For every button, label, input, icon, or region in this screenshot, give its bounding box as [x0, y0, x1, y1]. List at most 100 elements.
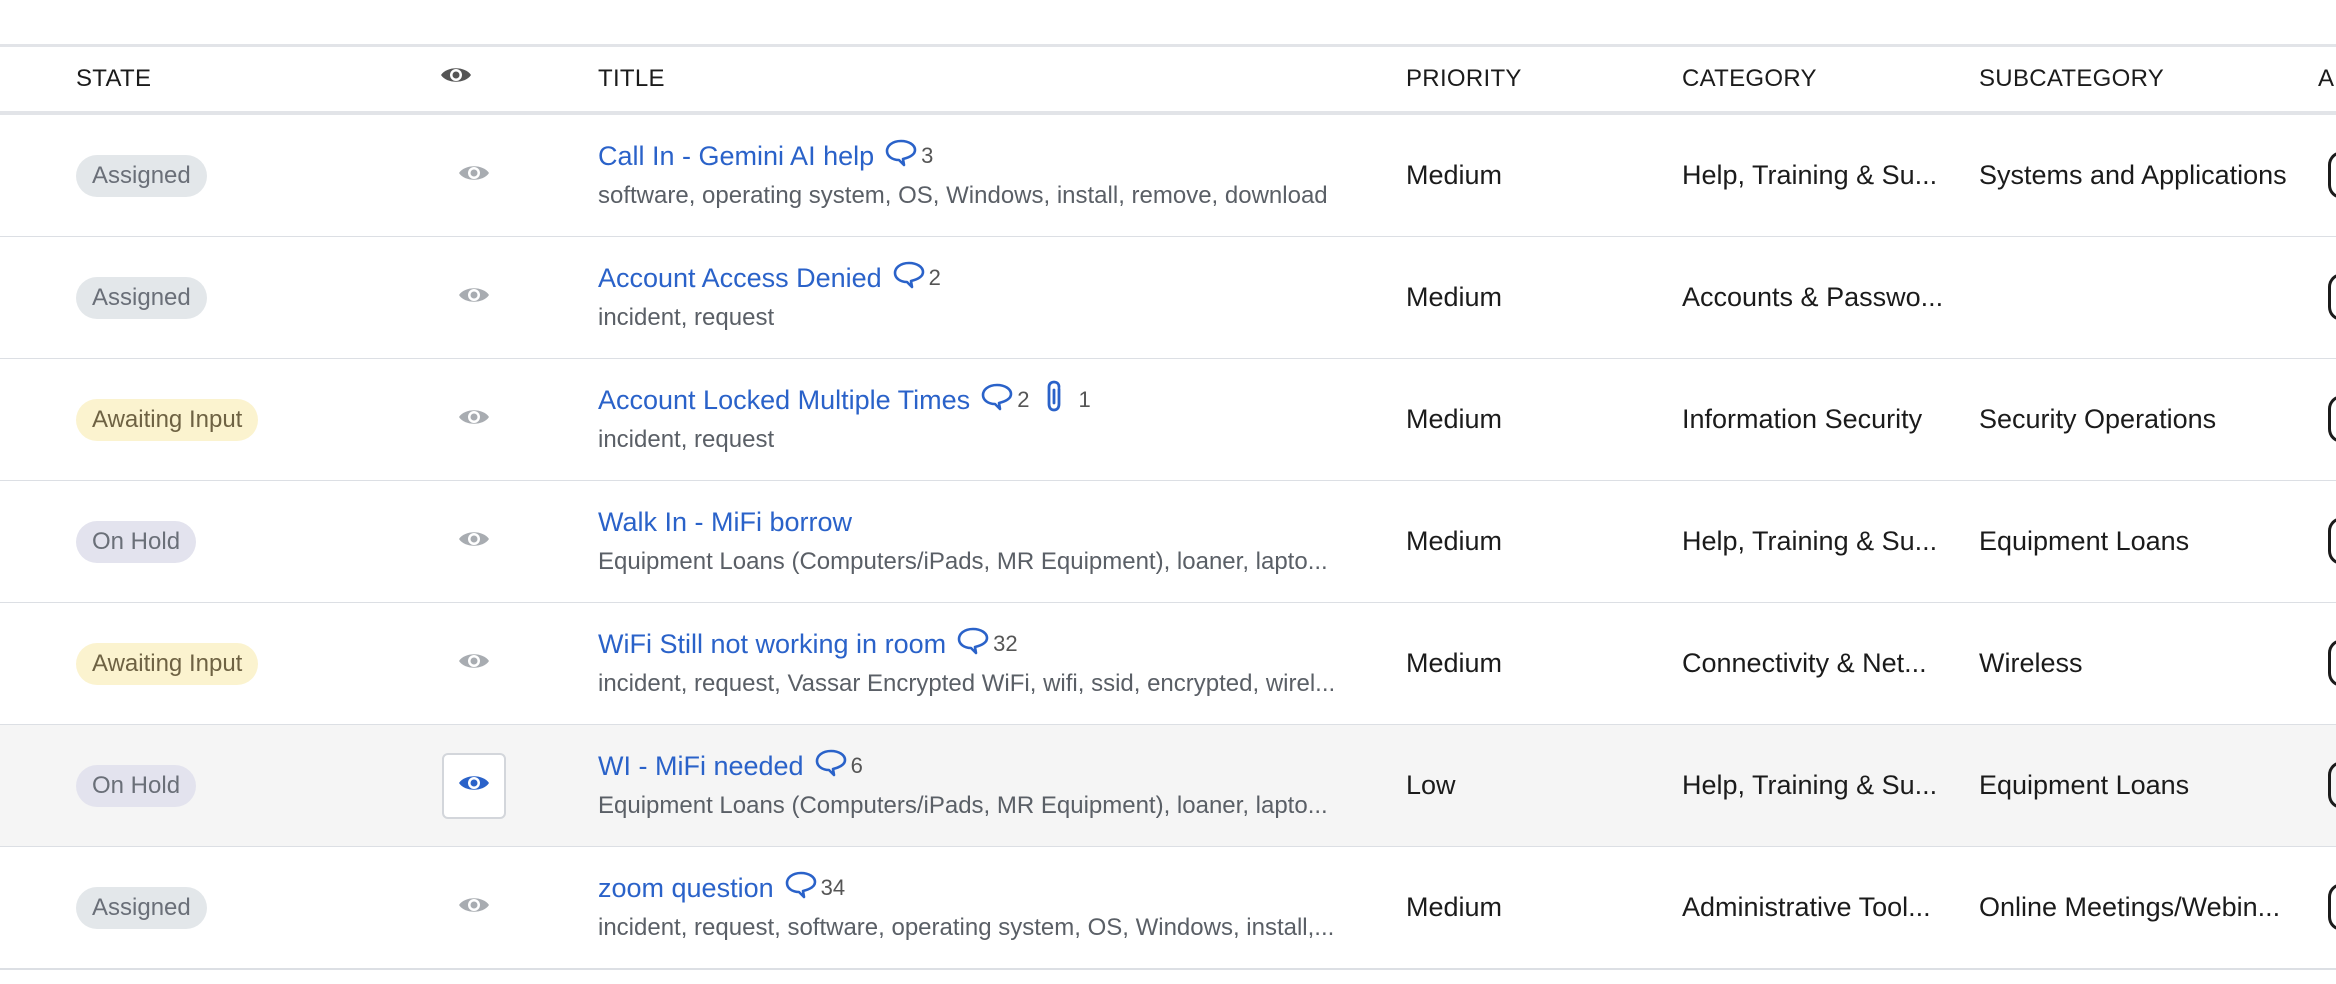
- watch-toggle-button[interactable]: [442, 752, 506, 819]
- column-header-next[interactable]: A: [2318, 47, 2334, 111]
- next-column-edge: [2328, 639, 2336, 687]
- state-cell: Assigned: [76, 115, 207, 236]
- watch-cell: [442, 847, 506, 968]
- comment-count[interactable]: 2: [980, 382, 1029, 418]
- state-cell: Awaiting Input: [76, 359, 259, 480]
- comment-bubble-icon: [814, 748, 851, 784]
- subcategory-cell: Systems and Applications: [1979, 160, 2287, 190]
- next-column-edge: [2328, 761, 2336, 809]
- ticket-tags: incident, request: [598, 426, 775, 453]
- subcategory-cell: Online Meetings/Webin...: [1979, 892, 2281, 922]
- column-header-watch[interactable]: [440, 47, 472, 111]
- comment-bubble-icon: [884, 138, 921, 174]
- column-header-category[interactable]: CATEGORY: [1682, 47, 1817, 111]
- table-row[interactable]: Assigned Call In - Gemini AI help 3 softwar…: [0, 115, 2336, 238]
- status-badge: Awaiting Input: [76, 398, 259, 441]
- ticket-title-link[interactable]: zoom question: [598, 873, 774, 904]
- comment-count[interactable]: 2: [892, 260, 941, 296]
- priority-cell: Medium: [1406, 892, 1503, 922]
- state-cell: Assigned: [76, 237, 207, 358]
- ticket-tags: Equipment Loans (Computers/iPads, MR Equ…: [598, 548, 1328, 575]
- category-cell: Connectivity & Net...: [1682, 648, 1927, 678]
- title-cell: zoom question 34 incident, request, softwa…: [598, 847, 1368, 968]
- eye-icon[interactable]: [458, 528, 490, 555]
- status-badge: Assigned: [76, 886, 207, 929]
- title-cell: Account Access Denied 2 incident, request: [598, 237, 1368, 358]
- subcategory-cell: [1979, 237, 2309, 358]
- column-header-subcategory[interactable]: SUBCATEGORY: [1979, 47, 2164, 111]
- attachment-count[interactable]: 1: [1043, 380, 1091, 420]
- comment-count-value: 2: [1017, 387, 1030, 412]
- column-header-state[interactable]: STATE: [76, 47, 151, 111]
- ticket-tags: incident, request, software, operating s…: [598, 914, 1335, 941]
- subcategory-cell: Equipment Loans: [1979, 770, 2190, 800]
- eye-icon[interactable]: [458, 406, 490, 433]
- table-row[interactable]: On Hold Walk In - MiFi borrow Equipment Lo…: [0, 481, 2336, 604]
- comment-count[interactable]: 3: [884, 138, 933, 174]
- comment-bubble-icon: [892, 260, 929, 296]
- title-cell: Account Locked Multiple Times 2 1 incident,…: [598, 359, 1368, 480]
- subcategory-cell: Equipment Loans: [1979, 526, 2190, 556]
- priority-cell: Medium: [1406, 526, 1503, 556]
- category-cell: Administrative Tool...: [1682, 892, 1931, 922]
- column-header-title[interactable]: TITLE: [598, 47, 665, 111]
- priority-cell: Medium: [1406, 648, 1503, 678]
- comment-count[interactable]: 6: [814, 748, 863, 784]
- comment-count[interactable]: 32: [956, 626, 1018, 662]
- comment-bubble-icon: [956, 626, 993, 662]
- ticket-tags: incident, request, Vassar Encrypted WiFi…: [598, 670, 1336, 697]
- subcategory-cell: Wireless: [1979, 648, 2083, 678]
- status-badge: Assigned: [76, 276, 207, 319]
- eye-icon: [458, 772, 490, 799]
- state-cell: On Hold: [76, 725, 197, 846]
- table-header: STATE TITLE PRIORITY CATEGORY SUBCATEGOR…: [0, 47, 2336, 115]
- comment-bubble-icon: [980, 382, 1017, 418]
- title-cell: WiFi Still not working in room 32 incident…: [598, 603, 1368, 724]
- priority-cell: Medium: [1406, 282, 1503, 312]
- ticket-title-link[interactable]: Walk In - MiFi borrow: [598, 507, 852, 538]
- watch-cell: [442, 237, 506, 358]
- category-cell: Help, Training & Su...: [1682, 770, 1938, 800]
- watch-cell: [442, 115, 506, 236]
- status-badge: On Hold: [76, 520, 197, 563]
- title-cell: Walk In - MiFi borrow Equipment Loans (Co…: [598, 481, 1368, 602]
- comment-count[interactable]: 34: [784, 870, 845, 906]
- priority-cell: Medium: [1406, 160, 1503, 190]
- eye-icon: [440, 47, 472, 111]
- attachment-count-value: 1: [1078, 387, 1091, 412]
- state-cell: Awaiting Input: [76, 603, 259, 724]
- status-badge: Awaiting Input: [76, 642, 259, 685]
- subcategory-cell: Security Operations: [1979, 404, 2217, 434]
- eye-icon[interactable]: [458, 650, 490, 677]
- column-header-priority[interactable]: PRIORITY: [1406, 47, 1522, 111]
- title-cell: WI - MiFi needed 6 Equipment Loans (Comput…: [598, 725, 1368, 846]
- category-cell: Help, Training & Su...: [1682, 160, 1938, 190]
- state-cell: On Hold: [76, 481, 197, 602]
- watch-cell: [442, 603, 506, 724]
- ticket-title-link[interactable]: Account Access Denied: [598, 263, 882, 294]
- next-column-edge: [2328, 517, 2336, 565]
- eye-icon[interactable]: [458, 894, 490, 921]
- watch-cell: [442, 725, 506, 846]
- ticket-title-link[interactable]: Call In - Gemini AI help: [598, 141, 874, 172]
- category-cell: Help, Training & Su...: [1682, 526, 1938, 556]
- ticket-tags: incident, request: [598, 304, 775, 331]
- ticket-title-link[interactable]: WiFi Still not working in room: [598, 629, 946, 660]
- table-row[interactable]: Assigned zoom question 34 incident, request…: [0, 847, 2336, 970]
- table-row[interactable]: Assigned Account Access Denied 2 incident, …: [0, 237, 2336, 360]
- table-row[interactable]: Awaiting Input WiFi Still not working in …: [0, 603, 2336, 726]
- eye-icon[interactable]: [458, 162, 490, 189]
- state-cell: Assigned: [76, 847, 207, 968]
- watch-cell: [442, 359, 506, 480]
- comment-count-value: 32: [993, 631, 1018, 656]
- category-cell: Accounts & Passwo...: [1682, 282, 1944, 312]
- paperclip-icon: [1043, 380, 1070, 420]
- eye-icon[interactable]: [458, 284, 490, 311]
- ticket-title-link[interactable]: Account Locked Multiple Times: [598, 385, 970, 416]
- next-column-edge: [2328, 883, 2336, 931]
- ticket-tags: Equipment Loans (Computers/iPads, MR Equ…: [598, 792, 1328, 819]
- ticket-title-link[interactable]: WI - MiFi needed: [598, 751, 804, 782]
- table-row[interactable]: Awaiting Input Account Locked Multiple Ti…: [0, 359, 2336, 482]
- table-row[interactable]: On Hold WI - MiFi needed 6 Equipment Loans …: [0, 725, 2336, 848]
- next-column-edge: [2328, 273, 2336, 321]
